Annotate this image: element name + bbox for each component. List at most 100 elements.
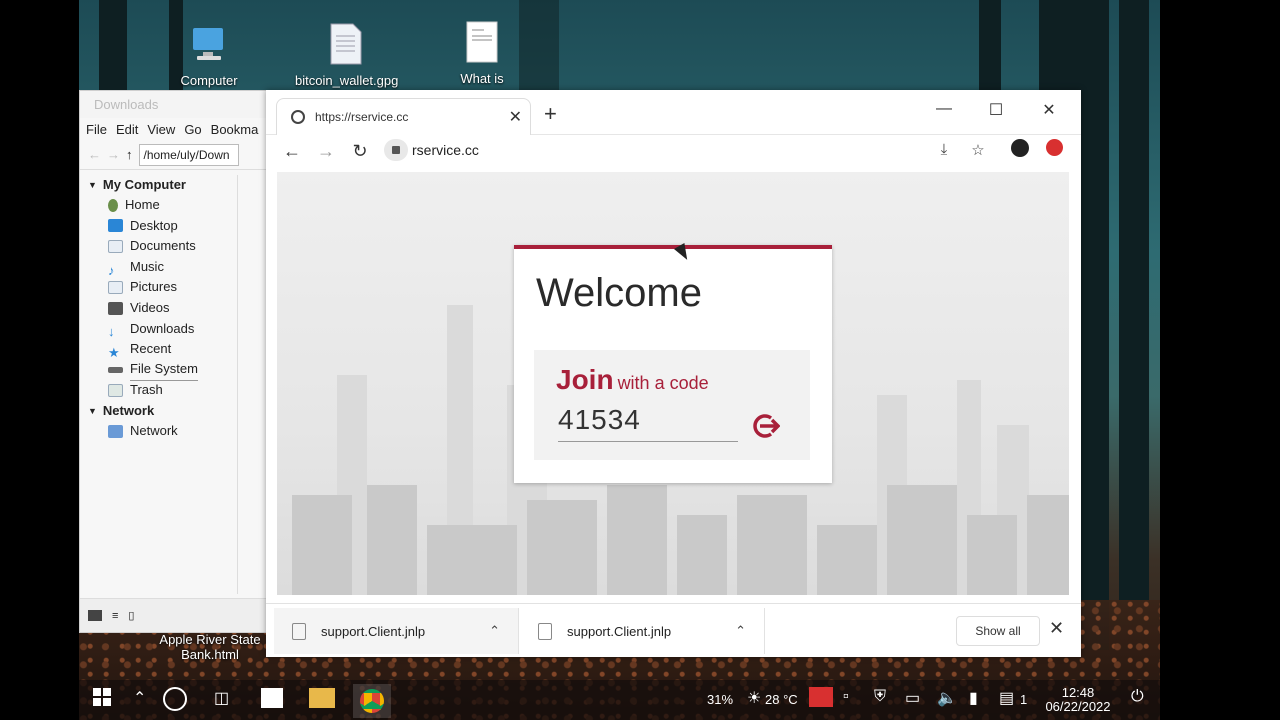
browser-tab[interactable]: https://rservice.cc ✕ [276, 98, 531, 135]
join-label: Join with a code [556, 364, 709, 396]
download-filename: support.Client.jnlp [567, 623, 672, 639]
task-view-icon[interactable]: ◫ [214, 688, 229, 708]
store-icon[interactable] [261, 688, 283, 713]
vpn-icon[interactable] [809, 687, 833, 712]
desktop-icon-what-is[interactable]: What is [432, 20, 532, 86]
taskbar: ⌃ ◫ 31% ☀ 28 °C ▫ ⛨ ▭ 🔈 ▮ ▤ 1 12:48 06/2… [79, 680, 1160, 720]
desktop-icon-computer[interactable]: Computer [159, 22, 259, 88]
cortana-icon[interactable] [163, 687, 187, 716]
extension-icon[interactable] [1044, 139, 1064, 160]
shield-icon[interactable]: ⛨ [874, 688, 886, 706]
sidebar-item-file-system[interactable]: File System [80, 360, 237, 381]
tree-view-icon[interactable]: ≡ [112, 610, 118, 622]
home-icon [108, 198, 118, 212]
documents-icon [108, 239, 123, 253]
bookmark-star-icon[interactable]: ☆ [968, 141, 988, 159]
sidebar-item-videos[interactable]: Videos [80, 298, 237, 319]
download-shelf: support.Client.jnlp ⌃ support.Client.jnl… [266, 603, 1081, 657]
section-network[interactable]: ▼ Network [80, 401, 237, 421]
pictures-icon [108, 281, 123, 295]
download-item[interactable]: support.Client.jnlp ⌃ [520, 608, 765, 654]
desktop-icon-bitcoin-wallet[interactable]: bitcoin_wallet.gpg [295, 22, 399, 88]
display-icon[interactable]: ▭ [905, 688, 920, 708]
profile-icon[interactable] [1010, 139, 1030, 161]
chevron-up-icon[interactable]: ⌃ [735, 623, 746, 639]
trash-icon [108, 384, 123, 398]
close-shelf-icon[interactable]: ✕ [1049, 618, 1064, 639]
network-icon [108, 424, 123, 438]
document-icon [330, 23, 362, 65]
submit-arrow-icon[interactable] [752, 412, 780, 440]
address-url: rservice.cc [412, 142, 479, 158]
close-window-icon[interactable]: ✕ [1039, 100, 1059, 120]
power-icon[interactable]: ⏻ [1131, 688, 1144, 706]
battery-icon[interactable]: ▮ [969, 688, 978, 708]
clock[interactable]: 12:48 06/22/2022 [1037, 686, 1119, 714]
forward-icon[interactable]: → [107, 147, 120, 162]
desktop-icon-label: bitcoin_wallet.gpg [295, 73, 399, 88]
chevron-up-icon[interactable]: ⌃ [489, 623, 500, 639]
menu-go[interactable]: Go [184, 122, 201, 137]
music-icon: ♪ [108, 262, 115, 278]
chrome-icon[interactable] [353, 684, 391, 718]
drive-icon [108, 367, 123, 374]
chevron-up-icon[interactable]: ⌃ [133, 688, 146, 708]
volume-icon[interactable]: 🔈 [937, 688, 957, 708]
download-item[interactable]: support.Client.jnlp ⌃ [274, 608, 519, 654]
menu-view[interactable]: View [147, 122, 175, 137]
show-all-button[interactable]: Show all [956, 616, 1040, 646]
tab-strip: https://rservice.cc ✕ + — ☐ ✕ [266, 90, 1081, 135]
sidebar-item-desktop[interactable]: Desktop [80, 216, 237, 237]
section-my-computer[interactable]: ▼ My Computer [80, 175, 237, 195]
letterbox-left [0, 0, 79, 720]
desktop-icon [108, 219, 123, 233]
file-manager-menubar: File Edit View Go Bookma [80, 118, 268, 140]
maximize-icon[interactable]: ☐ [986, 100, 1006, 120]
forward-icon[interactable]: → [316, 141, 336, 162]
folder-view-icon[interactable] [88, 610, 102, 621]
desktop-icon-label: What is [460, 71, 504, 86]
sidebar-item-network[interactable]: Network [80, 421, 237, 442]
start-icon[interactable] [93, 688, 111, 711]
file-manager-toolbar: ← → ↑ /home/uly/Down [80, 140, 268, 170]
sidebar-item-music[interactable]: ♪ Music [80, 257, 237, 278]
close-pane-icon[interactable]: ▯ [128, 609, 134, 622]
minimize-icon[interactable]: — [934, 100, 954, 118]
lock-icon[interactable] [384, 139, 408, 161]
welcome-heading: Welcome [536, 271, 702, 315]
sidebar-item-downloads[interactable]: ↓ Downloads [80, 319, 237, 340]
location-field[interactable]: /home/uly/Down [138, 143, 239, 166]
close-tab-icon[interactable]: ✕ [509, 107, 522, 127]
menu-edit[interactable]: Edit [116, 122, 138, 137]
sidebar-item-pictures[interactable]: Pictures [80, 277, 237, 298]
up-icon[interactable]: ↑ [126, 147, 133, 162]
back-icon[interactable]: ← [282, 141, 302, 162]
address-bar[interactable]: rservice.cc [384, 137, 479, 163]
join-panel: Join with a code 41534 [534, 350, 810, 460]
code-input[interactable]: 41534 [558, 404, 738, 442]
sidebar-item-documents[interactable]: Documents [80, 236, 237, 257]
file-icon [292, 622, 306, 640]
back-icon[interactable]: ← [88, 147, 101, 162]
new-tab-button[interactable]: + [544, 101, 557, 127]
sidebar-item-home[interactable]: Home [80, 195, 237, 216]
download-icon[interactable]: ⤓ [934, 141, 954, 158]
menu-bookmarks[interactable]: Bookma [211, 122, 259, 137]
videos-icon [108, 301, 123, 315]
clock-date: 06/22/2022 [1045, 699, 1111, 714]
file-explorer-icon[interactable] [309, 688, 335, 713]
reload-icon[interactable]: ↻ [350, 141, 370, 162]
file-icon [538, 622, 552, 640]
menu-file[interactable]: File [86, 122, 107, 137]
desktop-icon-label: Computer [180, 73, 238, 88]
file-manager-title: Downloads [80, 91, 268, 118]
browser-window: https://rservice.cc ✕ + — ☐ ✕ ← → ↻ rser… [266, 90, 1081, 657]
document-icon [466, 21, 498, 63]
temperature: 28 °C [765, 692, 798, 707]
clipboard-icon[interactable]: ▫ [843, 688, 849, 706]
sidebar-item-trash[interactable]: Trash [80, 380, 237, 401]
sidebar-item-recent[interactable]: ★ Recent [80, 339, 237, 360]
letterbox-right [1160, 0, 1280, 720]
notification-icon[interactable]: ▤ [999, 688, 1014, 708]
desktop-icon-bank-html[interactable]: Apple River State Bank.html [155, 632, 265, 662]
